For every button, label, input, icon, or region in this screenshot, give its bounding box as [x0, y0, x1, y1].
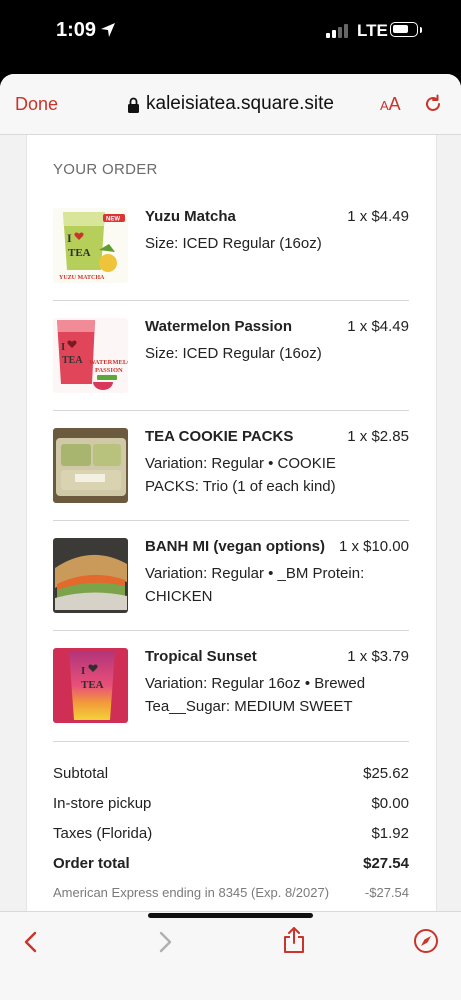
forward-icon[interactable]	[156, 931, 174, 953]
item-name: BANH MI (vegan options)	[145, 538, 325, 555]
item-name: Tropical Sunset	[145, 648, 257, 665]
battery-icon	[390, 22, 418, 37]
item-desc: Variation: Regular • _BM Protein: CHICKE…	[145, 565, 365, 605]
compass-icon[interactable]	[413, 928, 439, 954]
yuzu-matcha-thumbnail: I TEA NEW YUZU MATCHA	[53, 208, 128, 283]
item-qty: 1 x $4.49	[347, 208, 409, 225]
order-total-label: Order total	[53, 855, 130, 872]
reload-icon[interactable]	[423, 94, 443, 114]
order-item: TEA COOKIE PACKS 1 x $2.85 Variation: Re…	[53, 428, 409, 538]
divider	[53, 410, 409, 411]
location-arrow-icon	[101, 23, 115, 37]
item-desc: Size: ICED Regular (16oz)	[145, 345, 322, 362]
pickup-value: $0.00	[371, 795, 409, 812]
network-type: LTE	[357, 21, 388, 40]
svg-text:I: I	[81, 665, 85, 677]
order-summary: YOUR ORDER I TEA NEW YUZU MATCHA Yuzu Ma…	[26, 135, 437, 911]
banh-mi-thumbnail	[53, 538, 128, 613]
home-indicator[interactable]	[148, 913, 313, 918]
subtotal-label: Subtotal	[53, 765, 109, 782]
payment-label: American Express ending in 8345 (Exp. 8/…	[53, 885, 330, 900]
svg-text:PASSION: PASSION	[95, 367, 123, 374]
share-icon[interactable]	[282, 926, 306, 954]
aa-small: A	[380, 98, 389, 113]
divider	[53, 630, 409, 631]
item-desc: Variation: Regular • COOKIE PACKS: Trio …	[145, 455, 336, 495]
nav-bar: Done kaleisiatea.square.site AA	[0, 74, 461, 135]
item-qty: 1 x $10.00	[338, 538, 409, 555]
svg-text:I: I	[67, 231, 72, 245]
item-qty: 1 x $4.49	[347, 318, 409, 335]
order-total-value: $27.54	[363, 855, 409, 872]
item-name: Watermelon Passion	[145, 318, 292, 335]
order-item: BANH MI (vegan options) 1 x $10.00 Varia…	[53, 538, 409, 648]
status-bar: 1:09 LTE	[0, 0, 461, 62]
subtotal-value: $25.62	[363, 765, 409, 782]
svg-text:TEA: TEA	[68, 247, 91, 259]
svg-text:I: I	[61, 341, 65, 353]
bottom-toolbar	[0, 911, 461, 1000]
order-item: I TEA NEW YUZU MATCHA Yuzu Matcha 1 x $4…	[53, 208, 409, 318]
item-name: TEA COOKIE PACKS	[145, 428, 294, 445]
item-desc: Size: ICED Regular (16oz)	[145, 235, 322, 252]
browser-sheet: Done kaleisiatea.square.site AA YOUR ORD…	[0, 74, 461, 1000]
item-qty: 1 x $3.79	[347, 648, 409, 665]
item-desc: Variation: Regular 16oz • Brewed Tea__Su…	[145, 675, 366, 715]
text-size-button[interactable]: AA	[380, 94, 401, 115]
cookie-packs-thumbnail	[53, 428, 128, 503]
divider	[53, 741, 409, 742]
tropical-sunset-thumbnail: I TEA	[53, 648, 128, 723]
cellular-signal-icon	[326, 24, 348, 38]
battery-tip	[420, 27, 422, 33]
thumb-caption-watermelon: WATERMELON	[89, 359, 128, 366]
item-name: Yuzu Matcha	[145, 208, 236, 225]
lock-icon	[128, 97, 139, 113]
divider	[53, 520, 409, 521]
aa-large: A	[388, 94, 401, 114]
order-item: I TEA WATERMELON PASSION Watermelon Pass…	[53, 318, 409, 428]
svg-text:TEA: TEA	[81, 679, 104, 691]
svg-text:NEW: NEW	[106, 217, 120, 223]
url-field[interactable]: kaleisiatea.square.site	[146, 93, 334, 115]
back-icon[interactable]	[22, 931, 40, 953]
tax-label: Taxes (Florida)	[53, 825, 153, 842]
done-button[interactable]: Done	[15, 94, 58, 115]
watermelon-passion-thumbnail: I TEA WATERMELON PASSION	[53, 318, 128, 393]
thumb-caption-yuzu: YUZU MATCHA	[59, 275, 105, 281]
pickup-label: In-store pickup	[53, 795, 152, 812]
order-heading: YOUR ORDER	[53, 161, 158, 178]
divider	[53, 300, 409, 301]
svg-text:TEA: TEA	[62, 355, 83, 366]
item-qty: 1 x $2.85	[347, 428, 409, 445]
status-time: 1:09	[56, 19, 97, 41]
payment-value: -$27.54	[364, 885, 409, 900]
tax-value: $1.92	[371, 825, 409, 842]
